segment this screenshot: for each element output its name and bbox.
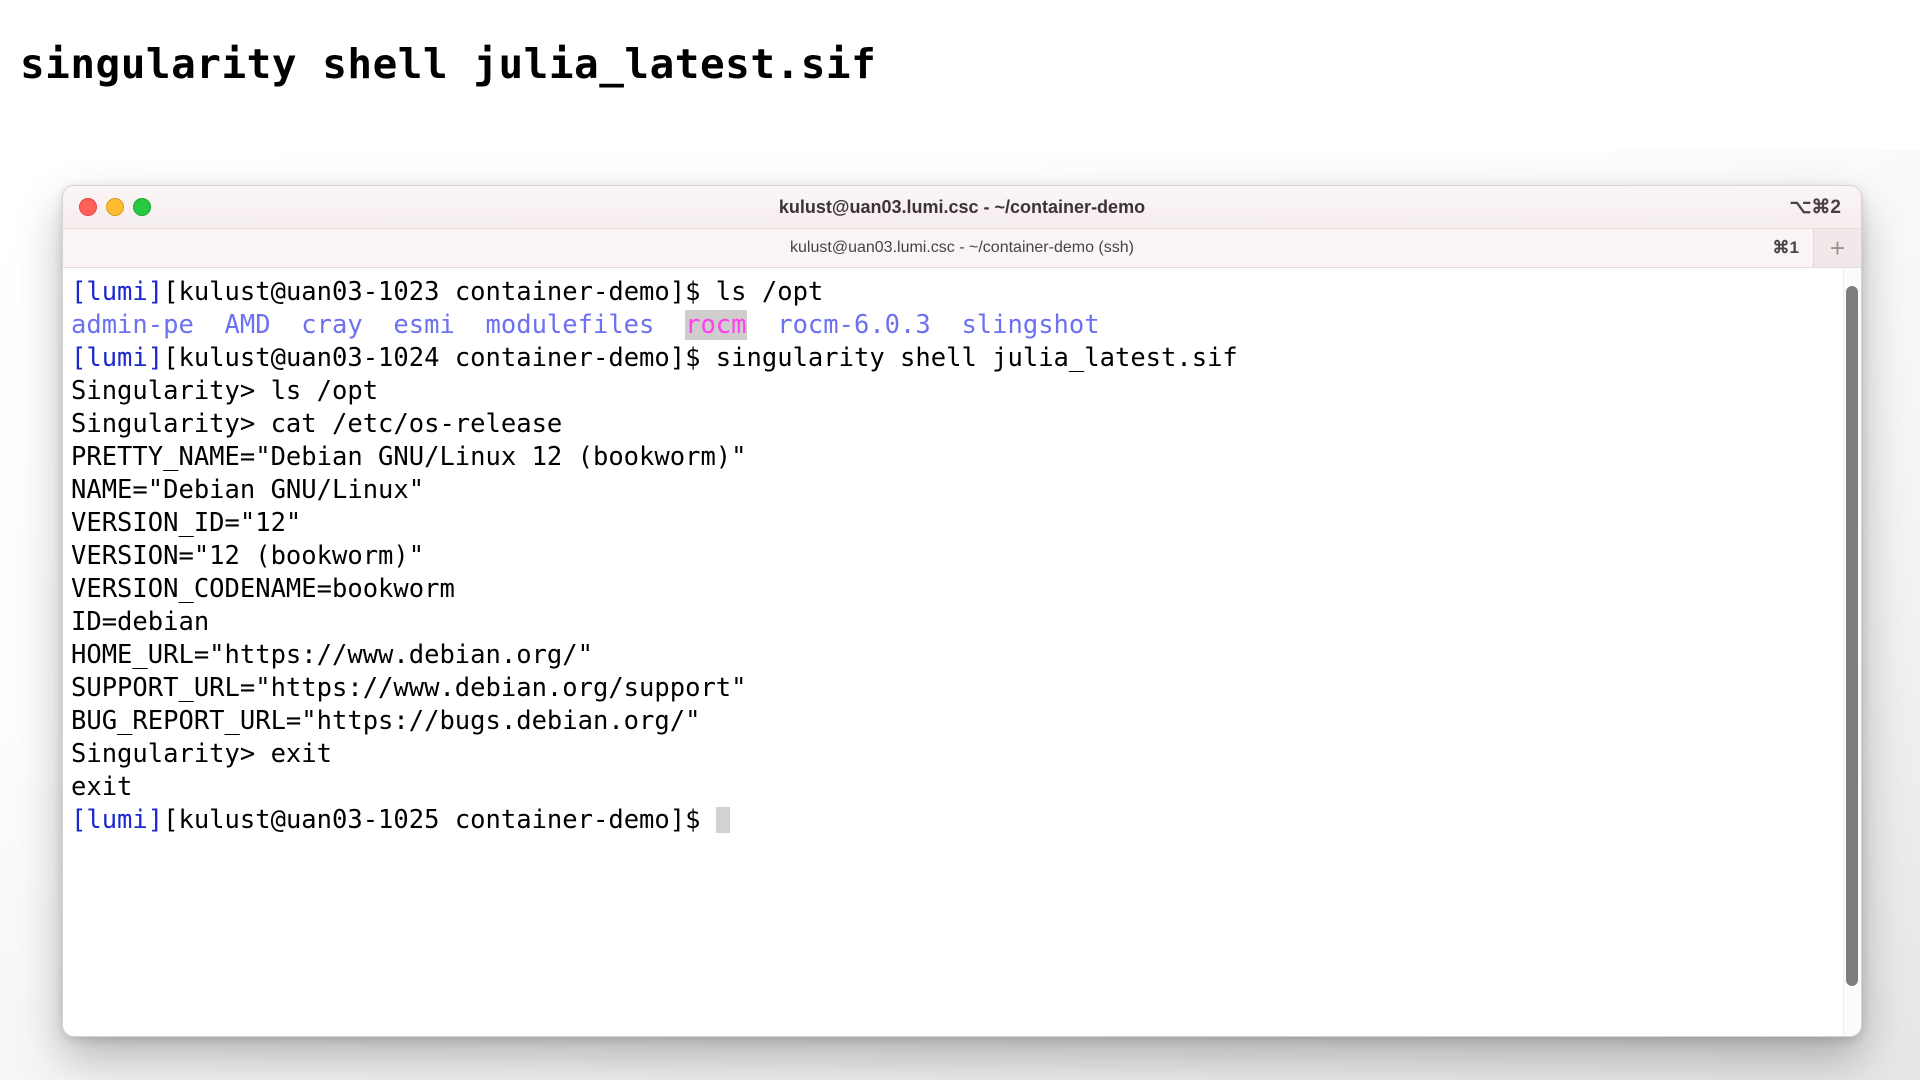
tab-shortcut-hint: ⌘1 xyxy=(1772,238,1799,257)
new-tab-button[interactable]: + xyxy=(1813,229,1861,267)
tab-bar: kulust@uan03.lumi.csc - ~/container-demo… xyxy=(63,229,1861,268)
terminal-line: Singularity> cat /etc/os-release xyxy=(71,408,1861,441)
window-titlebar: kulust@uan03.lumi.csc - ~/container-demo… xyxy=(63,186,1861,229)
terminal-line: admin-pe AMD cray esmi modulefiles rocm … xyxy=(71,309,1861,342)
terminal-line: VERSION_CODENAME=bookworm xyxy=(71,573,1861,606)
terminal-cursor xyxy=(715,807,730,833)
terminal-text: VERSION_CODENAME=bookworm xyxy=(71,574,455,604)
terminal-line: SUPPORT_URL="https://www.debian.org/supp… xyxy=(71,672,1861,705)
terminal-line: VERSION_ID="12" xyxy=(71,507,1861,540)
terminal-line: [lumi][kulust@uan03-1023 container-demo]… xyxy=(71,276,1861,309)
terminal-output: [lumi][kulust@uan03-1023 container-demo]… xyxy=(71,276,1861,837)
terminal-text: SUPPORT_URL="https://www.debian.org/supp… xyxy=(71,673,747,703)
maximize-window-icon[interactable] xyxy=(133,198,151,216)
terminal-text: [kulust@uan03-1023 container-demo]$ ls /… xyxy=(163,277,824,307)
terminal-text: VERSION_ID="12" xyxy=(71,508,302,538)
terminal-text: rocm xyxy=(685,310,747,340)
window-shortcut-hint: ⌥⌘2 xyxy=(1789,196,1841,218)
terminal-text: VERSION="12 (bookworm)" xyxy=(71,541,425,571)
terminal-text: Singularity> cat /etc/os-release xyxy=(71,409,563,439)
terminal-scrollbar[interactable] xyxy=(1843,268,1861,1036)
terminal-line: ID=debian xyxy=(71,606,1861,639)
terminal-text: admin-pe AMD cray esmi modulefiles xyxy=(71,310,686,340)
close-window-icon[interactable] xyxy=(79,198,97,216)
terminal-window: kulust@uan03.lumi.csc - ~/container-demo… xyxy=(62,185,1862,1037)
terminal-text: exit xyxy=(71,772,133,802)
window-title: kulust@uan03.lumi.csc - ~/container-demo xyxy=(778,196,1146,217)
terminal-line: HOME_URL="https://www.debian.org/" xyxy=(71,639,1861,672)
terminal-line: PRETTY_NAME="Debian GNU/Linux 12 (bookwo… xyxy=(71,441,1861,474)
terminal-text: BUG_REPORT_URL="https://bugs.debian.org/… xyxy=(71,706,701,736)
terminal-line: exit xyxy=(71,771,1861,804)
terminal-line: Singularity> exit xyxy=(71,738,1861,771)
terminal-line: [lumi][kulust@uan03-1025 container-demo]… xyxy=(71,804,1861,837)
terminal-text: [lumi] xyxy=(71,277,164,307)
terminal-text: HOME_URL="https://www.debian.org/" xyxy=(71,640,593,670)
traffic-light-group xyxy=(79,198,151,216)
terminal-text: Singularity> ls /opt xyxy=(71,376,379,406)
minimize-window-icon[interactable] xyxy=(106,198,124,216)
terminal-text: [lumi] xyxy=(71,805,164,835)
terminal-line: Singularity> ls /opt xyxy=(71,375,1861,408)
terminal-line: VERSION="12 (bookworm)" xyxy=(71,540,1861,573)
tab-session[interactable]: kulust@uan03.lumi.csc - ~/container-demo… xyxy=(63,239,1861,257)
terminal-text: [kulust@uan03-1025 container-demo]$ xyxy=(163,805,716,835)
terminal-line: NAME="Debian GNU/Linux" xyxy=(71,474,1861,507)
page-title: singularity shell julia_latest.sif xyxy=(20,40,877,88)
scrollbar-thumb[interactable] xyxy=(1846,286,1858,986)
terminal-text: PRETTY_NAME="Debian GNU/Linux 12 (bookwo… xyxy=(71,442,747,472)
terminal-text: NAME="Debian GNU/Linux" xyxy=(71,475,425,505)
terminal-text: [lumi] xyxy=(71,343,164,373)
terminal-text: [kulust@uan03-1024 container-demo]$ sing… xyxy=(163,343,1238,373)
terminal-line: [lumi][kulust@uan03-1024 container-demo]… xyxy=(71,342,1861,375)
terminal-text: Singularity> exit xyxy=(71,739,332,769)
terminal-body[interactable]: [lumi][kulust@uan03-1023 container-demo]… xyxy=(63,268,1861,1036)
terminal-line: BUG_REPORT_URL="https://bugs.debian.org/… xyxy=(71,705,1861,738)
terminal-text: rocm-6.0.3 slingshot xyxy=(746,310,1100,340)
terminal-text: ID=debian xyxy=(71,607,210,637)
